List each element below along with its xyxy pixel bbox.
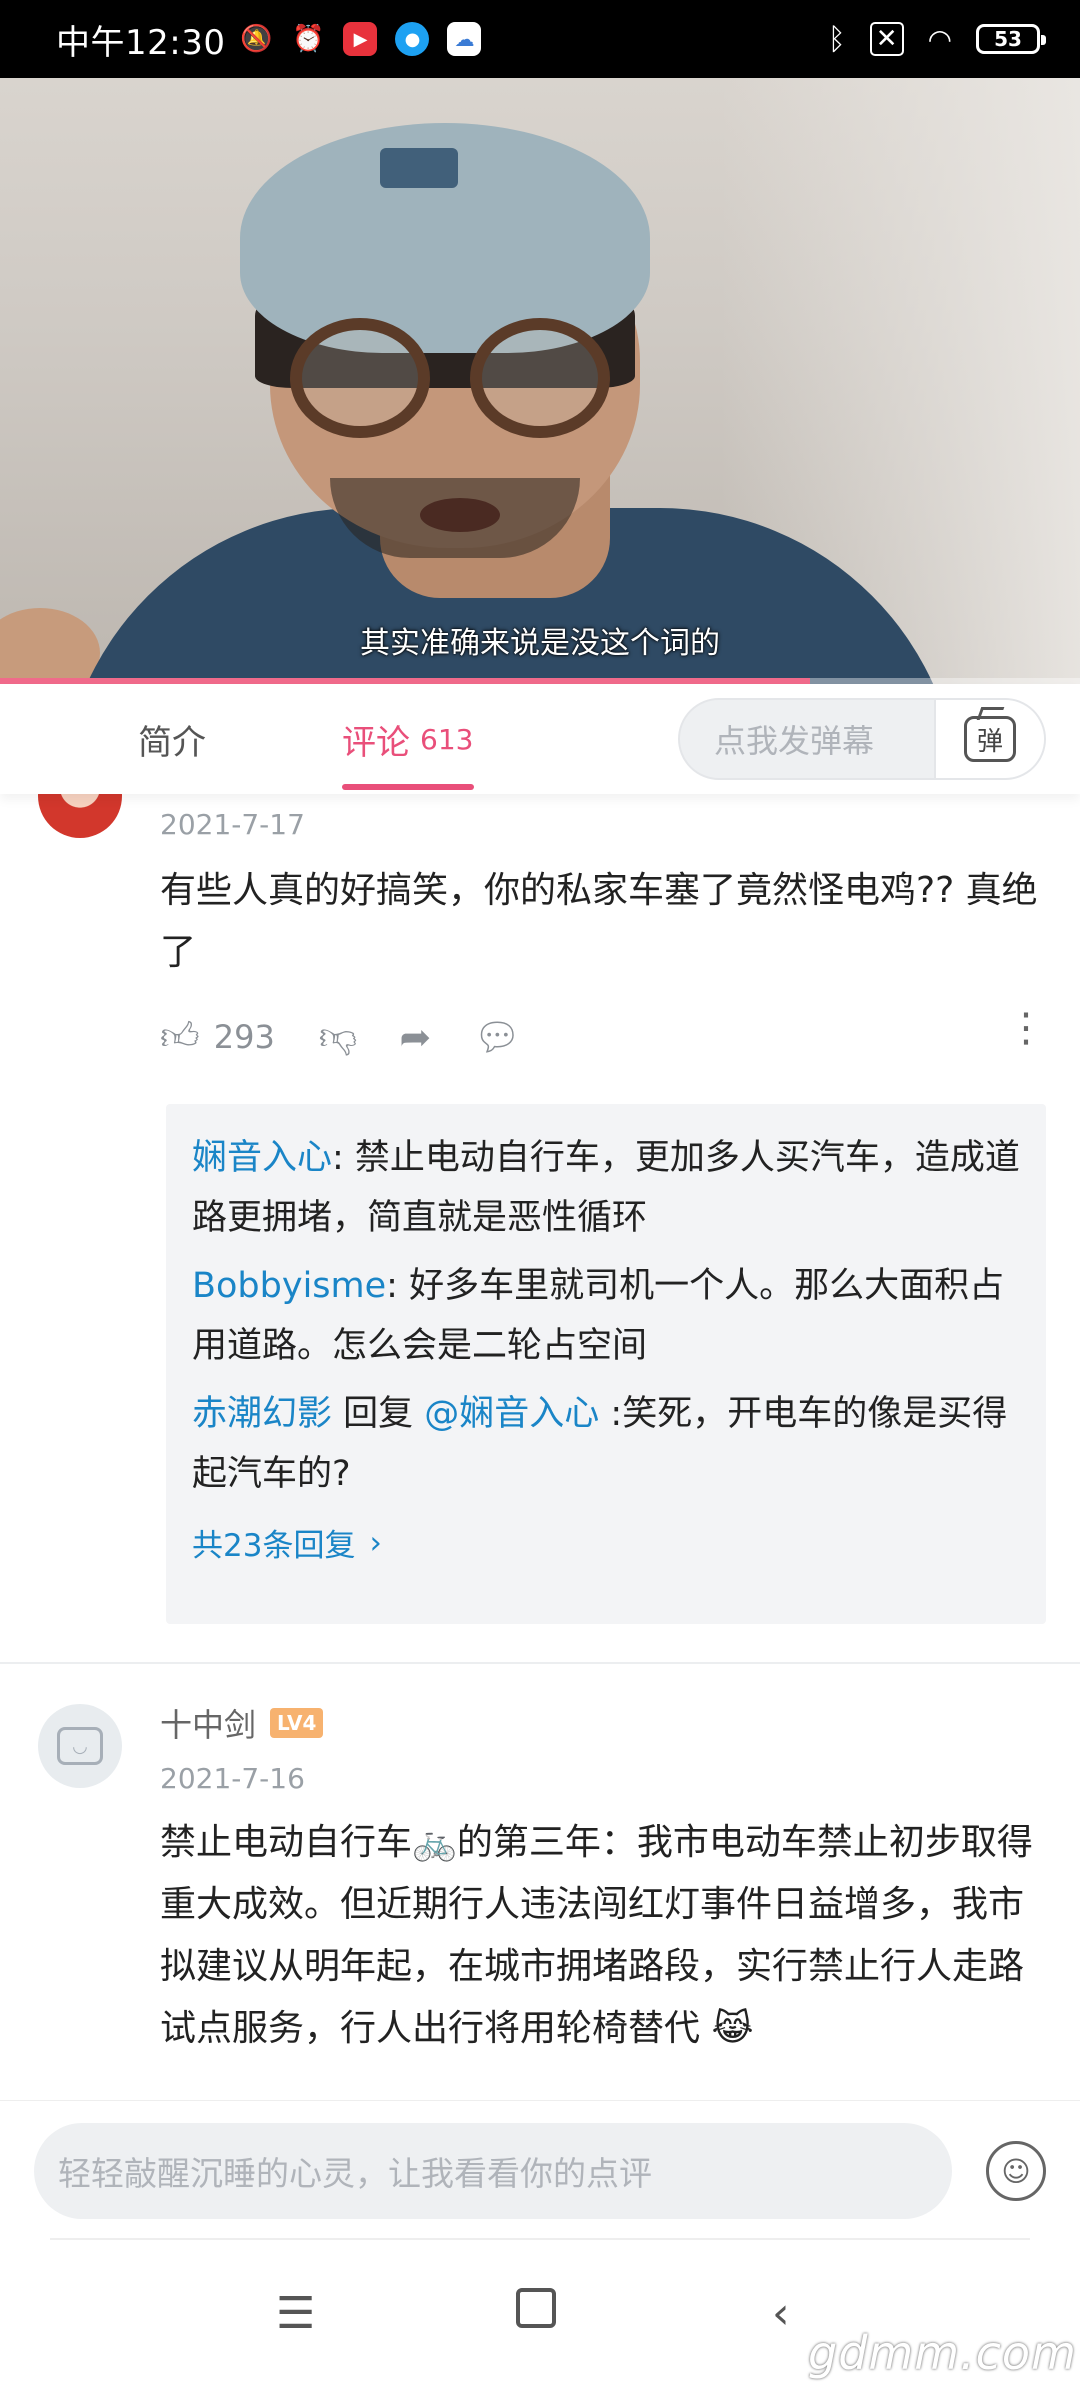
comment-text: 有些人真的好搞笑，你的私家车塞了竟然怪电鸡?? 真绝了 [160,870,1038,973]
status-system-icons: ᛒ ✕ ◠ 53 [827,21,1046,57]
status-bar: 中午12:30 🔕 ⏰ ▶ ● ☁ ᛒ ✕ ◠ 53 [0,0,1080,78]
danmaku-tv-icon: 弹 [964,716,1016,762]
tab-comments[interactable]: 评论 613 [342,684,473,794]
share-button[interactable]: ➦ [399,1015,431,1059]
reply-username[interactable]: 赤潮幻影 [192,1394,332,1434]
comment-actions: 👍︎ 293 👎︎ ➦ 💬︎ [160,1014,521,1060]
mute-icon: 🔕 [240,24,273,54]
emoji-icon[interactable]: ☺ [986,2141,1046,2201]
video-player[interactable]: 其实准确来说是没这个词的 [0,78,1080,684]
comment-text: 禁止电动自行车🚲的第三年：我市电动车禁止初步取得重大成效。但近期行人违法闯红灯事… [160,1822,1033,2049]
danmaku-bar: 点我发弹幕 弹 [678,698,1046,780]
cap-logo [380,148,458,188]
comment-username[interactable]: 十中剑 LV4 [160,1700,324,1746]
status-time: 中午12:30 [56,22,226,63]
reply-username[interactable]: Bobbyisme [192,1266,386,1306]
dislike-button[interactable]: 👎︎ [319,1014,358,1060]
comment-date: 2021-7-16 [160,1762,305,1795]
status-notification-icons: 🔕 ⏰ ▶ ● ☁ [239,22,482,56]
back-icon[interactable]: ‹ [772,2288,790,2339]
reply-label: 回复 [332,1394,425,1434]
tabs-row: 简介 评论 613 点我发弹幕 弹 [0,684,1080,794]
watermark: gdmm.com [808,2326,1077,2380]
comments-list[interactable]: 2021-7-17 有些人真的好搞笑，你的私家车塞了竟然怪电鸡?? 真绝了 👍︎… [0,794,1080,2100]
more-options-icon[interactable]: ⋮ [1006,1008,1046,1048]
share-icon: ➦ [399,1015,432,1059]
video-subtitle: 其实准确来说是没这个词的 [360,626,720,661]
danmaku-toggle-button[interactable]: 弹 [934,700,1044,778]
bluetooth-icon: ᛒ [827,21,846,57]
tab-intro-label: 简介 [138,722,206,763]
thumbs-down-icon: 👎︎ [318,1014,358,1058]
bird-app-icon: ● [395,22,430,56]
system-nav-bar: ☰ ‹ gdmm.com [0,2240,1080,2400]
video-app-icon: ▶ [343,22,378,56]
view-all-replies-label: 共23条回复 [192,1528,356,1564]
comment-input-bar: 轻轻敲醒沉睡的心灵，让我看看你的点评 ☺ [0,2100,1080,2240]
wifi-icon: ◠ [927,22,952,56]
tab-comments-label: 评论 [342,722,410,763]
tab-intro[interactable]: 简介 [138,684,206,794]
view-all-replies-link[interactable]: 共23条回复 › [192,1520,382,1565]
level-badge: LV4 [270,1708,324,1738]
reply-mention[interactable]: @娴音入心 [424,1394,599,1434]
comment-date: 2021-7-17 [160,808,305,841]
cloud-app-icon: ☁ [447,22,482,56]
thumbs-up-icon: 👍︎ [160,1014,200,1058]
home-icon[interactable] [516,2288,556,2328]
avatar[interactable]: ◡ [38,1704,122,1788]
reply-button[interactable]: 💬︎ [473,1015,521,1060]
danmaku-input[interactable]: 点我发弹幕 [680,716,934,762]
reply-username[interactable]: 娴音入心 [192,1138,332,1178]
comment-input[interactable]: 轻轻敲醒沉睡的心灵，让我看看你的点评 [34,2123,952,2219]
like-count: 293 [213,1018,275,1056]
reply-item: 娴音入心: 禁止电动自行车，更加多人买汽车，造成道路更拥堵，简直就是恶性循环 [192,1128,1020,1248]
active-tab-indicator [342,784,474,790]
menu-icon[interactable]: ☰ [276,2288,315,2339]
comment-divider [0,1662,1080,1664]
reply-item: 赤潮幻影 回复 @娴音入心 :笑死，开电车的像是买得起汽车的? [192,1384,1020,1504]
default-avatar-icon: ◡ [57,1727,103,1765]
chevron-right-icon: › [369,1524,382,1561]
speech-bubble-icon: 💬︎ [473,1014,522,1059]
glasses-right [470,318,610,438]
reply-preview-box[interactable]: 娴音入心: 禁止电动自行车，更加多人买汽车，造成道路更拥堵，简直就是恶性循环 B… [166,1104,1046,1624]
reply-item: Bobbyisme: 好多车里就司机一个人。那么大面积占用道路。怎么会是二轮占空… [192,1256,1020,1376]
like-button[interactable]: 👍︎ 293 [160,1014,275,1060]
avatar[interactable] [38,794,122,838]
tab-comments-count: 613 [420,722,474,756]
battery-indicator: 53 [976,24,1046,54]
glasses-left [290,318,430,438]
alarm-icon: ⏰ [292,24,325,54]
no-sim-icon: ✕ [869,22,904,56]
